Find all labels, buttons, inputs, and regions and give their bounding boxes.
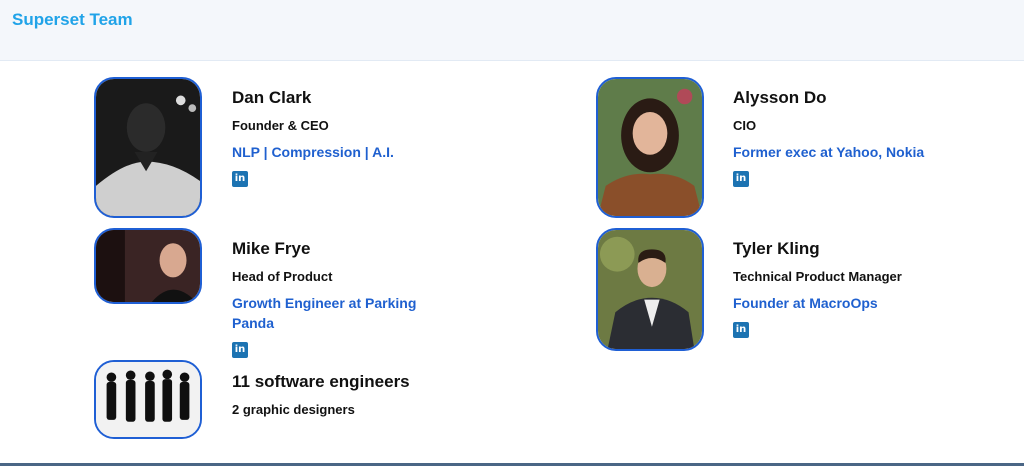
member-name: Alysson Do bbox=[733, 88, 827, 107]
member-info-alysson-do: Alysson Do CIO Former exec at Yahoo, Nok… bbox=[733, 88, 924, 187]
member-name: Mike Frye bbox=[232, 239, 311, 258]
linkedin-icon[interactable]: in bbox=[232, 171, 248, 187]
member-role: CIO bbox=[733, 118, 757, 133]
member-description: NLP | Compression | A.I. bbox=[232, 144, 394, 160]
linkedin-icon[interactable]: in bbox=[232, 342, 248, 358]
linkedin-icon[interactable]: in bbox=[733, 322, 749, 338]
member-info-dan-clark: Dan Clark Founder & CEO NLP | Compressio… bbox=[232, 88, 394, 187]
member-role: 2 graphic designers bbox=[232, 402, 355, 417]
avatar-dan-clark bbox=[94, 77, 202, 218]
member-description: Former exec at Yahoo, Nokia bbox=[733, 144, 925, 160]
member-info-tyler-kling: Tyler Kling Technical Product Manager Fo… bbox=[733, 239, 902, 338]
member-name: Tyler Kling bbox=[733, 239, 820, 258]
linkedin-icon[interactable]: in bbox=[733, 171, 749, 187]
member-description: Founder at MacroOps bbox=[733, 295, 878, 311]
avatar-alysson-do bbox=[596, 77, 704, 218]
member-role: Technical Product Manager bbox=[733, 269, 902, 284]
member-name: 11 software engineers bbox=[232, 372, 410, 391]
member-info-mike-frye: Mike Frye Head of Product Growth Enginee… bbox=[232, 239, 442, 358]
avatar-mike-frye bbox=[94, 228, 202, 304]
member-role: Founder & CEO bbox=[232, 118, 329, 133]
avatar-team-silhouettes bbox=[94, 360, 202, 439]
member-info-engineers: 11 software engineers 2 graphic designer… bbox=[232, 372, 410, 426]
page-title[interactable]: Superset Team bbox=[12, 10, 133, 30]
header: Superset Team bbox=[0, 0, 1024, 61]
member-description: Growth Engineer at Parking Panda bbox=[232, 295, 417, 331]
avatar-tyler-kling bbox=[596, 228, 704, 351]
member-role: Head of Product bbox=[232, 269, 333, 284]
member-name: Dan Clark bbox=[232, 88, 312, 107]
